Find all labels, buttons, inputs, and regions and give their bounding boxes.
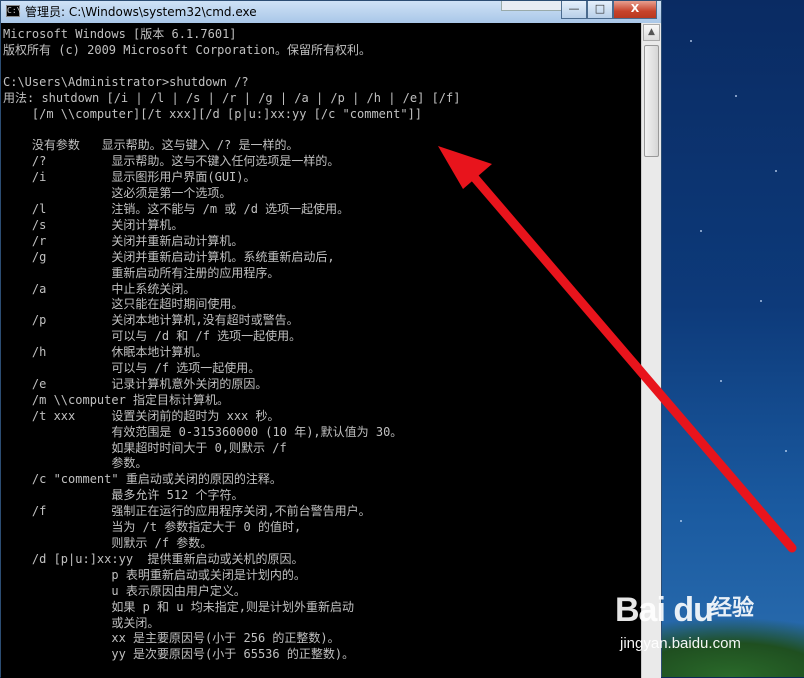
watermark-jingyan-text: 经验 [710, 596, 755, 621]
red-arrow-annotation [438, 146, 797, 553]
baidu-jingyan-watermark: Bai du 经验 jingyan.baidu.com [615, 590, 795, 670]
watermark-url: jingyan.baidu.com [620, 635, 741, 652]
baidu-logo: Bai du [615, 591, 714, 629]
